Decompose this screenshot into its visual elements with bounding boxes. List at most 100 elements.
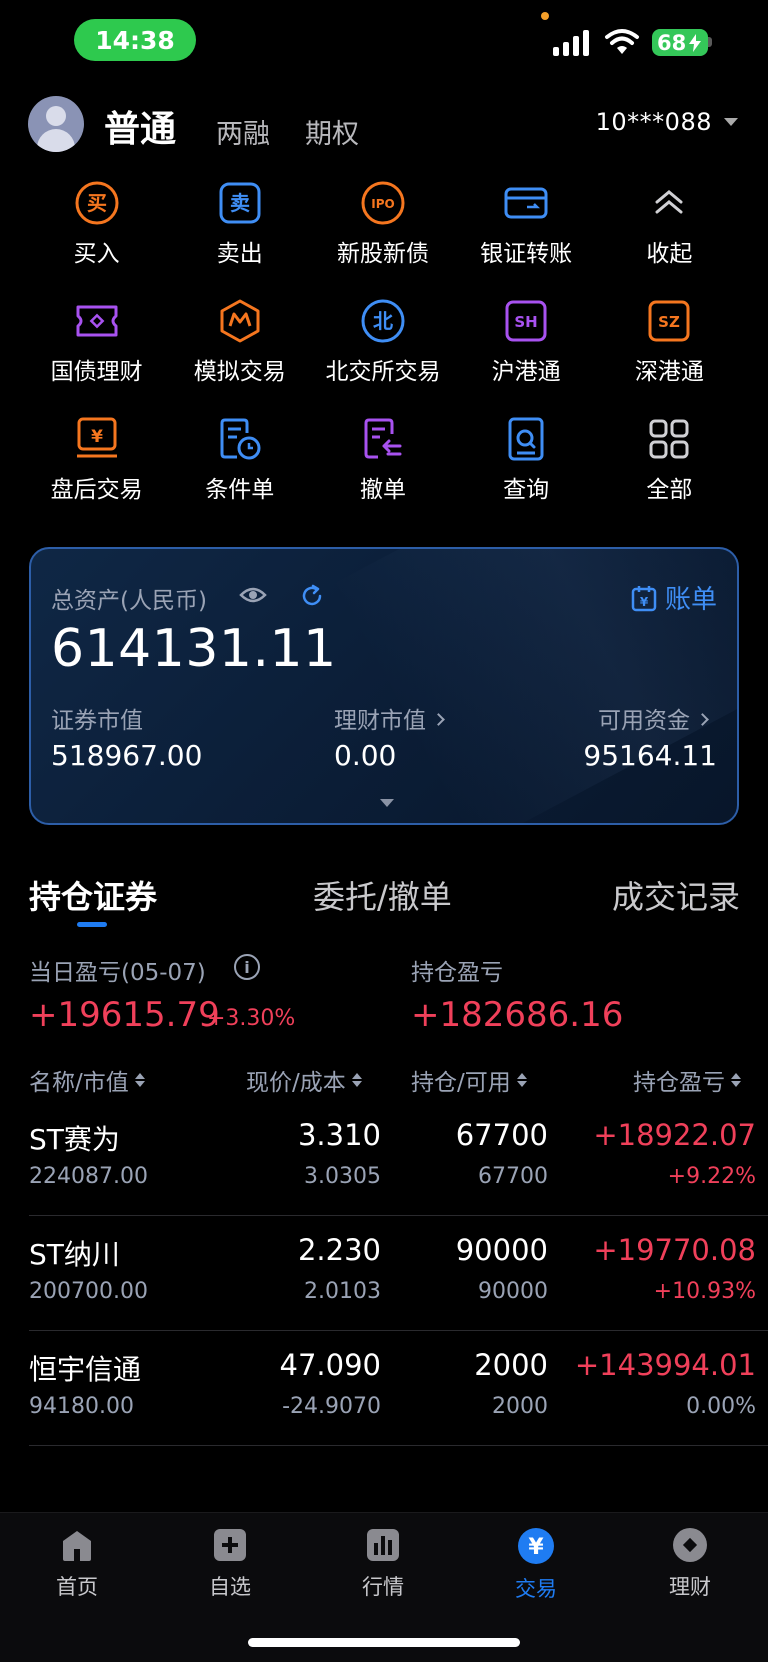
quick-action-conditional-order[interactable]: 条件单: [168, 416, 311, 503]
available-cash-link[interactable]: 可用资金: [598, 701, 709, 735]
account-selector[interactable]: 10***088: [596, 108, 712, 136]
battery-icon: 68: [652, 29, 708, 56]
cancel-order-icon: [359, 416, 407, 462]
tab-margin[interactable]: 两融: [216, 112, 270, 151]
svg-text:卖: 卖: [230, 191, 250, 215]
stock-name: 恒宇信通: [29, 1353, 142, 1386]
sort-pnl[interactable]: 持仓盈亏: [633, 1063, 741, 1097]
wealth-value-link[interactable]: 理财市值: [334, 701, 445, 735]
tab-orders[interactable]: 委托/撤单: [313, 872, 452, 918]
bse-icon: 北: [359, 298, 407, 344]
nav-home[interactable]: 首页: [27, 1527, 127, 1601]
cost-price: -24.9070: [282, 1394, 381, 1419]
cost-price: 3.0305: [304, 1164, 381, 1189]
sort-icon: [731, 1073, 741, 1087]
quick-action-simulate[interactable]: 模拟交易: [168, 298, 311, 385]
bill-button[interactable]: ¥ 账单: [631, 579, 717, 616]
query-icon: [502, 416, 550, 462]
simulate-icon: [216, 298, 264, 344]
table-row[interactable]: 恒宇信通 94180.00 47.090 -24.9070 2000 2000 …: [0, 1332, 768, 1446]
bill-label: 账单: [664, 585, 717, 615]
wealth-icon: [673, 1528, 707, 1562]
collapse-icon: [645, 180, 693, 226]
quick-action-cancel-order[interactable]: 撤单: [311, 416, 454, 503]
quick-action-treasury[interactable]: 国债理财: [25, 298, 168, 385]
svg-text:SH: SH: [514, 313, 537, 331]
calendar-icon: ¥: [631, 585, 657, 611]
nav-trade[interactable]: ¥ 交易: [486, 1527, 586, 1603]
sort-icon: [516, 1073, 527, 1087]
market-icon: [367, 1529, 399, 1561]
nav-wealth[interactable]: 理财: [640, 1527, 740, 1601]
quick-action-ipo[interactable]: IPO 新股新债: [311, 180, 454, 267]
current-price: 3.310: [297, 1118, 381, 1152]
eye-icon[interactable]: [239, 585, 267, 605]
sort-price[interactable]: 现价/成本: [246, 1063, 362, 1097]
sz-connect-icon: SZ: [645, 298, 693, 344]
available-quantity: 67700: [478, 1164, 548, 1189]
tab-holdings[interactable]: 持仓证券: [29, 872, 157, 918]
market-value: 94180.00: [29, 1394, 134, 1419]
tab-trade-records[interactable]: 成交记录: [612, 872, 740, 918]
holding-pnl: +19770.08: [593, 1233, 756, 1267]
home-icon: [63, 1531, 91, 1561]
quick-action-collapse[interactable]: 收起: [598, 180, 741, 267]
quick-action-after-hours[interactable]: ¥ 盘后交易: [25, 416, 168, 503]
quick-action-query[interactable]: 查询: [455, 416, 598, 503]
holding-quantity: 67700: [455, 1118, 548, 1152]
holding-pnl-label: 持仓盈亏: [411, 960, 503, 986]
wealth-value: 0.00: [334, 739, 397, 772]
cost-price: 2.0103: [304, 1279, 381, 1304]
quick-action-sz-connect[interactable]: SZ 深港通: [598, 298, 741, 385]
svg-text:IPO: IPO: [371, 197, 394, 211]
total-assets-label: 总资产(人民币): [51, 588, 207, 614]
available-quantity: 90000: [478, 1279, 548, 1304]
holding-pnl-value: +182686.16: [411, 995, 624, 1035]
quick-action-bse[interactable]: 北 北交所交易: [311, 298, 454, 385]
sort-icon: [134, 1073, 145, 1087]
sort-quantity[interactable]: 持仓/可用: [411, 1063, 527, 1097]
avatar[interactable]: [28, 96, 84, 152]
total-assets-value: 614131.11: [51, 619, 337, 679]
daily-pnl-value: +19615.79: [29, 995, 220, 1035]
info-icon[interactable]: i: [234, 954, 260, 980]
market-value: 200700.00: [29, 1279, 148, 1304]
svg-text:¥: ¥: [640, 595, 649, 609]
tab-normal[interactable]: 普通: [104, 100, 176, 152]
sort-name[interactable]: 名称/市值: [29, 1063, 145, 1097]
table-row[interactable]: ST赛为 224087.00 3.310 3.0305 67700 67700 …: [0, 1102, 768, 1216]
chevron-down-icon[interactable]: [724, 118, 738, 126]
quick-action-buy[interactable]: 买 买入: [25, 180, 168, 267]
home-indicator: [248, 1638, 520, 1647]
securities-value-label: 证券市值: [51, 708, 143, 734]
refresh-icon[interactable]: [299, 583, 325, 609]
holding-quantity: 2000: [474, 1348, 548, 1382]
status-time: 14:38: [74, 19, 196, 61]
stock-name: ST纳川: [29, 1238, 120, 1271]
holdings-table-header: 名称/市值 现价/成本 持仓/可用 持仓盈亏: [0, 1063, 768, 1097]
status-bar: 14:38 68: [0, 0, 768, 82]
quick-action-sh-connect[interactable]: SH 沪港通: [455, 298, 598, 385]
current-price: 2.230: [297, 1233, 381, 1267]
available-quantity: 2000: [492, 1394, 548, 1419]
table-row[interactable]: ST纳川 200700.00 2.230 2.0103 90000 90000 …: [0, 1217, 768, 1331]
quick-action-sell[interactable]: 卖 卖出: [168, 180, 311, 267]
daily-pnl-percent: +3.30%: [207, 1006, 296, 1031]
nav-watchlist[interactable]: 自选: [180, 1527, 280, 1601]
privacy-indicator: [541, 12, 549, 20]
quick-action-bank-transfer[interactable]: 银证转账: [455, 180, 598, 267]
quick-action-all[interactable]: 全部: [598, 416, 741, 503]
tab-options[interactable]: 期权: [305, 112, 359, 151]
holding-pnl: +143994.01: [574, 1348, 756, 1382]
position-tabs: 持仓证券 委托/撤单 成交记录: [0, 872, 768, 932]
nav-market[interactable]: 行情: [333, 1527, 433, 1601]
holding-pnl-percent: +10.93%: [653, 1279, 756, 1304]
available-cash-value: 95164.11: [583, 739, 717, 772]
expand-caret-icon[interactable]: [380, 799, 394, 807]
wifi-icon: [605, 29, 639, 54]
market-value: 224087.00: [29, 1164, 148, 1189]
account-header: 普通 两融 期权 10***088: [0, 94, 768, 158]
svg-text:SZ: SZ: [659, 313, 681, 331]
asset-card: 总资产(人民币) ¥ 账单 614131.11 证券市值 518967.00 理…: [29, 547, 739, 825]
quick-actions-grid: 买 买入 卖 卖出 IPO 新股新债 银证转账 收起 国债理财 模拟交易 北 北…: [25, 180, 741, 503]
